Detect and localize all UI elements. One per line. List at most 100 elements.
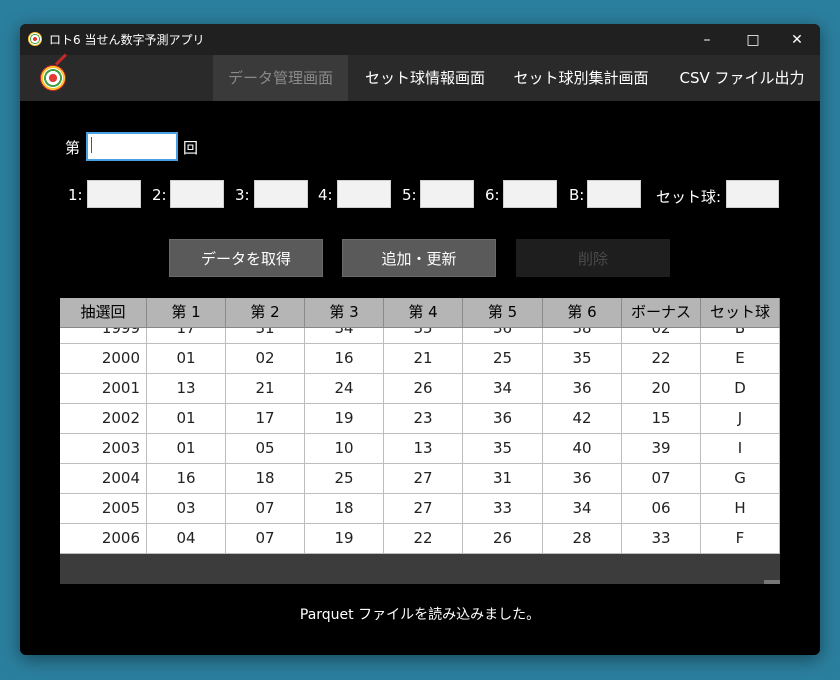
table-row[interactable]: 2001 13 21 24 26 34 36 20 D — [60, 374, 780, 404]
table-cell: 27 — [384, 494, 463, 523]
table-cell: 35 — [543, 344, 622, 373]
close-icon[interactable]: ✕ — [774, 24, 820, 55]
table-cell: 2002 — [60, 404, 147, 433]
table-row[interactable]: 2004 16 18 25 27 31 36 07 G — [60, 464, 780, 494]
table-cell: 25 — [463, 344, 543, 373]
delete-button: 削除 — [516, 239, 670, 277]
table-cell: 07 — [622, 464, 701, 493]
num6-label: 6: — [485, 186, 500, 204]
table-cell: 27 — [384, 464, 463, 493]
table-cell: 17 — [226, 404, 305, 433]
column-header[interactable]: 第 6 — [543, 298, 622, 327]
horizontal-scrollbar[interactable] — [60, 554, 780, 584]
table-cell: 16 — [305, 344, 384, 373]
table-cell: 19 — [305, 524, 384, 553]
table-cell: 23 — [384, 404, 463, 433]
table-cell: 10 — [305, 434, 384, 463]
table-cell: D — [701, 374, 780, 403]
tab-set-ball-aggregate[interactable]: セット球別集計画面 — [504, 55, 658, 101]
table-cell: 35 — [463, 434, 543, 463]
table-row[interactable]: 2002 01 17 19 23 36 42 15 J — [60, 404, 780, 434]
table-cell: 03 — [147, 494, 226, 523]
add-update-button[interactable]: 追加・更新 — [342, 239, 496, 277]
table-cell: 02 — [226, 344, 305, 373]
table-cell: 34 — [463, 374, 543, 403]
table-cell: 2000 — [60, 344, 147, 373]
text-caret — [91, 137, 92, 153]
table-cell: 2006 — [60, 524, 147, 553]
num1-input[interactable] — [87, 180, 141, 208]
column-header[interactable]: 第 5 — [463, 298, 543, 327]
table-cell: 26 — [384, 374, 463, 403]
fetch-data-button[interactable]: データを取得 — [169, 239, 323, 277]
table-cell: 07 — [226, 494, 305, 523]
column-header[interactable]: 抽選回 — [60, 298, 147, 327]
window-title: ロト6 当せん数字予測アプリ — [49, 33, 205, 47]
table-cell: E — [701, 344, 780, 373]
app-window: ロト6 当せん数字予測アプリ – □ ✕ データ管理画面 セット球情報画面 セッ… — [20, 24, 820, 655]
table-cell: 33 — [463, 494, 543, 523]
num2-input[interactable] — [170, 180, 224, 208]
num5-input[interactable] — [420, 180, 474, 208]
table-cell: 01 — [147, 434, 226, 463]
table-row[interactable]: 2003 01 05 10 13 35 40 39 I — [60, 434, 780, 464]
table-cell: F — [701, 524, 780, 553]
draw-suffix-label: 回 — [183, 139, 199, 157]
column-header[interactable]: ボーナス — [622, 298, 701, 327]
table-cell: 04 — [147, 524, 226, 553]
table-cell: 18 — [226, 464, 305, 493]
table-cell: 36 — [543, 374, 622, 403]
table-cell: 31 — [463, 464, 543, 493]
table-cell: 2005 — [60, 494, 147, 523]
column-header[interactable]: セット球 — [701, 298, 780, 327]
table-cell: 26 — [463, 524, 543, 553]
table-cell: 20 — [622, 374, 701, 403]
num5-label: 5: — [402, 186, 417, 204]
num4-input[interactable] — [337, 180, 391, 208]
num2-label: 2: — [152, 186, 167, 204]
table-cell: 18 — [305, 494, 384, 523]
tab-csv-export[interactable]: CSV ファイル出力 — [674, 55, 810, 101]
table-header: 抽選回 第 1 第 2 第 3 第 4 第 5 第 6 ボーナス セット球 — [60, 298, 780, 328]
set-ball-input[interactable] — [726, 180, 779, 208]
minimize-icon[interactable]: – — [684, 24, 730, 55]
table-cell: 22 — [622, 344, 701, 373]
table-row[interactable]: 2005 03 07 18 27 33 34 06 H — [60, 494, 780, 524]
tab-set-ball-info[interactable]: セット球情報画面 — [354, 55, 496, 101]
table-cell: 33 — [622, 524, 701, 553]
set-ball-label: セット球: — [656, 188, 722, 206]
draw-prefix-label: 第 — [65, 139, 81, 157]
table-cell: 2004 — [60, 464, 147, 493]
maximize-icon[interactable]: □ — [730, 24, 776, 55]
table-cell: 21 — [226, 374, 305, 403]
tab-data-management[interactable]: データ管理画面 — [213, 55, 348, 101]
num3-input[interactable] — [254, 180, 308, 208]
table-cell: 16 — [147, 464, 226, 493]
table-cell: 40 — [543, 434, 622, 463]
column-header[interactable]: 第 1 — [147, 298, 226, 327]
table-cell: 01 — [147, 344, 226, 373]
table-cell: 06 — [622, 494, 701, 523]
table-cell: 39 — [622, 434, 701, 463]
column-header[interactable]: 第 4 — [384, 298, 463, 327]
table-cell: 19 — [305, 404, 384, 433]
table-row[interactable]: 2000 01 02 16 21 25 35 22 E — [60, 344, 780, 374]
draw-number-input[interactable] — [86, 132, 178, 161]
table-cell: 28 — [543, 524, 622, 553]
column-header[interactable]: 第 2 — [226, 298, 305, 327]
title-bar[interactable]: ロト6 当せん数字予測アプリ – □ ✕ — [20, 24, 820, 55]
bonus-input[interactable] — [587, 180, 641, 208]
num4-label: 4: — [318, 186, 333, 204]
column-header[interactable]: 第 3 — [305, 298, 384, 327]
nav-bar: データ管理画面 セット球情報画面 セット球別集計画面 CSV ファイル出力 — [20, 53, 820, 101]
target-logo-icon — [40, 65, 66, 91]
table-cell: 42 — [543, 404, 622, 433]
results-table[interactable]: 抽選回 第 1 第 2 第 3 第 4 第 5 第 6 ボーナス セット球 19… — [60, 298, 780, 584]
table-cell: 25 — [305, 464, 384, 493]
status-message: Parquet ファイルを読み込みました。 — [299, 607, 541, 623]
table-cell: 36 — [463, 404, 543, 433]
num6-input[interactable] — [503, 180, 557, 208]
table-cell: 13 — [384, 434, 463, 463]
table-row[interactable]: 2006 04 07 19 22 26 28 33 F — [60, 524, 780, 554]
scrollbar-thumb[interactable] — [764, 580, 780, 584]
